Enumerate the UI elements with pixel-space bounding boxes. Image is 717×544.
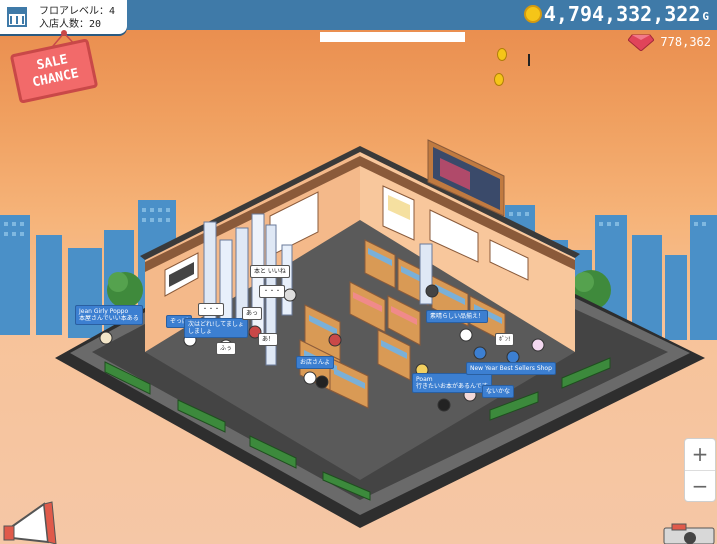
speech-bubble: Jean Girly Poppo 本屋さんでいい本ある xyxy=(75,305,143,325)
gem-amount: 778,362 xyxy=(660,35,711,49)
visitor-count-label: 入店人数：20 xyxy=(39,19,102,30)
zoom-out-button[interactable]: − xyxy=(685,471,715,502)
speech-bubble: あっ xyxy=(242,307,263,320)
game-scene xyxy=(0,139,717,528)
zoom-controls: + − xyxy=(684,438,716,502)
speech-bubble: ないかな xyxy=(482,385,515,398)
zoom-in-button[interactable]: + xyxy=(685,439,715,470)
speech-bubble: ﾎﾟﾝ! xyxy=(495,333,515,346)
gold-counter: 4,794,332,322 G xyxy=(523,2,709,26)
speech-bubble: ・・・ xyxy=(259,285,286,298)
ruby-gem-icon xyxy=(628,34,655,51)
megaphone-icon[interactable] xyxy=(0,498,66,544)
speech-bubble: New Year Best Sellers Shop xyxy=(466,362,556,375)
gem-counter[interactable]: 778,362 xyxy=(628,33,711,51)
speech-bubble: お店さんよ xyxy=(296,356,335,369)
store-icon xyxy=(7,7,27,27)
speech-bubble: 次はどれ!してましょ しましょ xyxy=(184,318,248,338)
gold-unit: G xyxy=(702,10,709,23)
coin-spark xyxy=(528,54,530,66)
speech-bubble: Poam 行きたいお本があるんです xyxy=(412,373,492,393)
speech-bubble: あ！ xyxy=(258,333,279,346)
speech-bubble: 素晴らしい品揃え！ xyxy=(426,310,489,323)
gold-amount: 4,794,332,322 xyxy=(543,2,701,26)
floating-coin-icon[interactable] xyxy=(497,48,507,61)
floating-coin-icon[interactable] xyxy=(494,73,504,86)
store-status-panel[interactable]: フロアレベル：4 入店人数：20 xyxy=(0,0,127,34)
speech-bubble: ふぅ xyxy=(216,342,237,355)
gold-coin-icon xyxy=(523,5,542,23)
speech-bubble: ・・・ xyxy=(198,303,225,316)
speech-bubble: 本と いいね xyxy=(250,265,290,278)
camera-icon[interactable] xyxy=(660,522,717,544)
cloud xyxy=(320,32,465,42)
